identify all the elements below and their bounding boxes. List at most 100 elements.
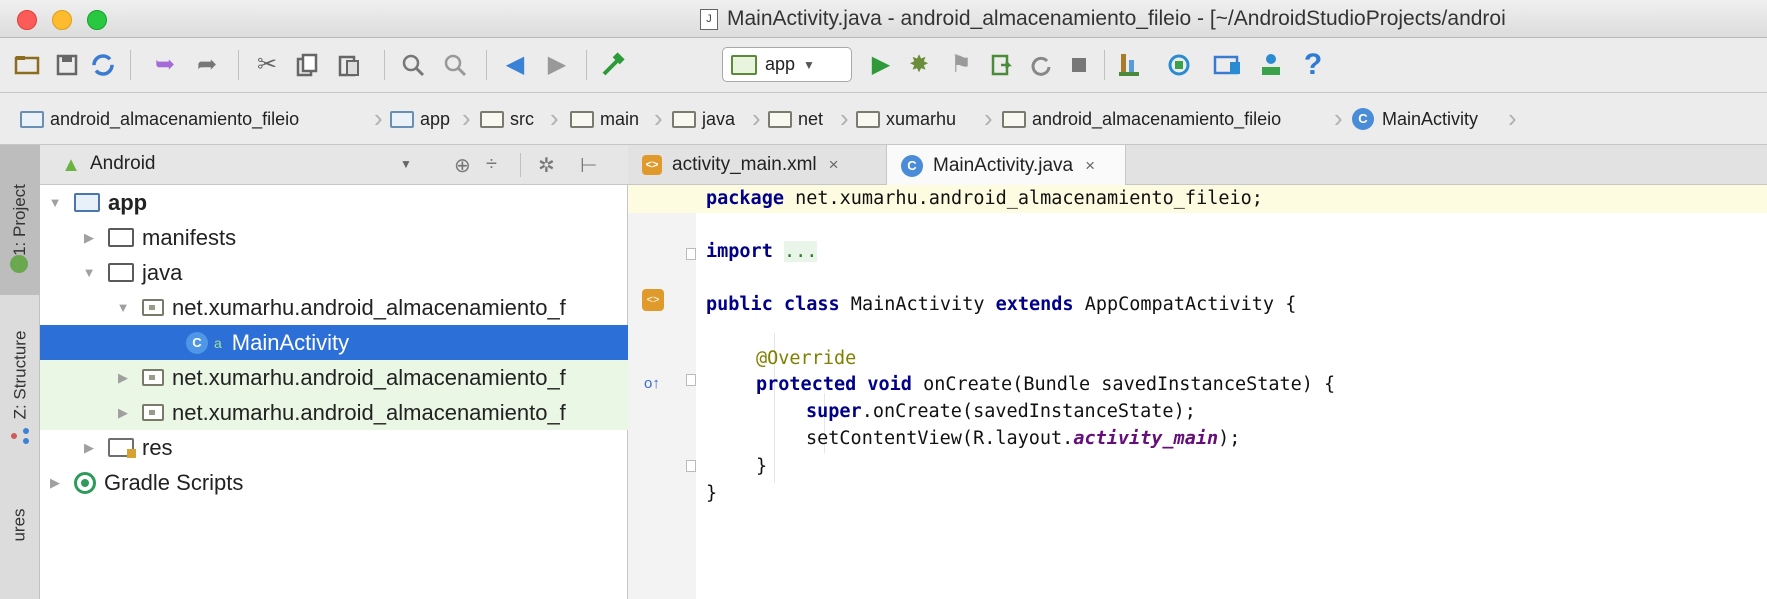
- code-area[interactable]: package net.xumarhu.android_almacenamien…: [628, 185, 1767, 599]
- package-icon: [142, 299, 164, 316]
- zoom-window-button[interactable]: [87, 10, 107, 30]
- breadcrumb-net[interactable]: net: [768, 103, 823, 135]
- tab-mainactivity-java[interactable]: C MainActivity.java ×: [886, 145, 1126, 186]
- expand-arrow-icon[interactable]: ▼: [114, 300, 132, 315]
- tree-item-res[interactable]: ▶ res: [40, 430, 628, 465]
- chevron-down-icon: ▼: [803, 57, 815, 72]
- structure-tool-tab[interactable]: Z: Structure: [0, 305, 40, 445]
- close-tab-icon[interactable]: ×: [1085, 156, 1095, 176]
- paste-icon[interactable]: [334, 50, 364, 80]
- run-icon[interactable]: ▶: [866, 50, 896, 80]
- folder-icon: [570, 110, 594, 128]
- breadcrumb-src[interactable]: src: [480, 103, 534, 135]
- collapse-arrow-icon[interactable]: ▶: [114, 405, 132, 421]
- collapse-arrow-icon[interactable]: ▶: [80, 230, 98, 246]
- code-line-close-class: }: [706, 483, 718, 504]
- project-tool-icon: [10, 255, 28, 273]
- minimize-window-button[interactable]: [52, 10, 72, 30]
- structure-tool-icon: [10, 427, 30, 445]
- help-icon[interactable]: ?: [1298, 50, 1328, 80]
- package-icon: [142, 404, 164, 421]
- code-line-close-method: }: [756, 456, 768, 477]
- breadcrumb-xumarhu[interactable]: xumarhu: [856, 103, 956, 135]
- fold-marker-icon[interactable]: [686, 460, 696, 472]
- gear-icon[interactable]: ✲: [538, 153, 555, 178]
- project-structure-icon[interactable]: [1256, 50, 1286, 80]
- android-icon: ▲: [61, 154, 81, 176]
- xml-file-icon: <>: [642, 155, 662, 175]
- tree-item-package-androidtest[interactable]: ▶ net.xumarhu.android_almacenamiento_f: [40, 395, 628, 430]
- tree-item-app[interactable]: ▼ app: [40, 185, 628, 220]
- make-project-icon[interactable]: [598, 50, 628, 80]
- breadcrumb-mainactivity[interactable]: C MainActivity: [1352, 103, 1478, 135]
- chevron-down-icon[interactable]: ▼: [400, 157, 412, 171]
- code-editor: <> activity_main.xml × C MainActivity.ja…: [628, 145, 1767, 599]
- package-icon: [1002, 110, 1026, 128]
- navigation-breadcrumb: android_almacenamiento_fileio › app › sr…: [0, 93, 1767, 145]
- expand-arrow-icon[interactable]: ▼: [80, 265, 98, 280]
- tree-item-package-test[interactable]: ▶ net.xumarhu.android_almacenamiento_f: [40, 360, 628, 395]
- layout-file-icon[interactable]: <>: [642, 289, 664, 311]
- profile-icon[interactable]: [1114, 50, 1144, 80]
- close-window-button[interactable]: [17, 10, 37, 30]
- project-panel-header: ▲ Android ▼ ⊕ ÷ ✲ ⊢: [40, 145, 628, 185]
- breadcrumb-main[interactable]: main: [570, 103, 639, 135]
- package-icon: [856, 110, 880, 128]
- collapse-arrow-icon[interactable]: ▶: [114, 370, 132, 386]
- back-icon[interactable]: ◀: [500, 50, 530, 80]
- replace-icon[interactable]: [440, 50, 470, 80]
- fold-marker-icon[interactable]: [686, 248, 696, 260]
- avd-manager-icon[interactable]: [1212, 50, 1242, 80]
- tree-item-manifests[interactable]: ▶ manifests: [40, 220, 628, 255]
- redo-icon[interactable]: ➦: [192, 50, 222, 80]
- package-icon: [768, 110, 792, 128]
- breadcrumb-package[interactable]: android_almacenamiento_fileio: [1002, 103, 1281, 135]
- expand-arrow-icon[interactable]: ▼: [46, 195, 64, 210]
- override-marker-icon[interactable]: o↑: [644, 375, 660, 392]
- copy-icon[interactable]: [292, 50, 322, 80]
- breadcrumb-project[interactable]: android_almacenamiento_fileio: [20, 103, 299, 135]
- editor-tab-bar: <> activity_main.xml × C MainActivity.ja…: [628, 145, 1767, 186]
- collapse-arrow-icon[interactable]: ▶: [80, 440, 98, 456]
- stop-icon[interactable]: [1064, 50, 1094, 80]
- sdk-manager-icon[interactable]: [1164, 50, 1194, 80]
- class-icon: C: [1352, 108, 1374, 130]
- tree-item-package-main[interactable]: ▼ net.xumarhu.android_almacenamiento_f: [40, 290, 628, 325]
- android-module-icon: [731, 54, 757, 75]
- fold-marker-icon[interactable]: [686, 374, 696, 386]
- collapse-arrow-icon[interactable]: ▶: [46, 475, 64, 491]
- tree-item-mainactivity[interactable]: C a MainActivity: [40, 325, 628, 360]
- collapse-all-icon[interactable]: ÷: [486, 153, 497, 176]
- run-config-dropdown[interactable]: app ▼: [722, 47, 852, 82]
- folder-icon: [108, 263, 134, 282]
- folder-icon: [672, 110, 696, 128]
- code-line-import: import ...: [706, 241, 818, 262]
- folder-icon: [480, 110, 504, 128]
- close-tab-icon[interactable]: ×: [829, 155, 839, 175]
- apply-changes-icon[interactable]: [986, 50, 1016, 80]
- attach-debugger-icon[interactable]: ⚑: [946, 50, 976, 80]
- forward-icon[interactable]: ▶: [542, 50, 572, 80]
- breadcrumb-java[interactable]: java: [672, 103, 735, 135]
- tab-activity-main-xml[interactable]: <> activity_main.xml ×: [628, 145, 886, 185]
- breadcrumb-app[interactable]: app: [390, 103, 450, 135]
- code-line-setcontentview: setContentView(R.layout.activity_main);: [806, 428, 1241, 449]
- save-icon[interactable]: [52, 50, 82, 80]
- debug-icon[interactable]: ✸: [904, 50, 934, 80]
- tree-item-java[interactable]: ▼ java: [40, 255, 628, 290]
- hide-panel-icon[interactable]: ⊢: [580, 153, 597, 178]
- cut-icon[interactable]: ✂: [252, 50, 282, 80]
- code-line-class: public class MainActivity extends AppCom…: [706, 294, 1297, 315]
- class-icon: C: [186, 331, 208, 354]
- captures-tool-tab[interactable]: ures: [0, 485, 40, 565]
- tree-item-gradle-scripts[interactable]: ▶ Gradle Scripts: [40, 465, 628, 500]
- window-title: MainActivity.java - android_almacenamien…: [727, 7, 1506, 30]
- run-config-label: app: [765, 54, 796, 74]
- project-view-selector[interactable]: Android: [90, 153, 156, 175]
- rerun-icon[interactable]: [1026, 50, 1056, 80]
- open-folder-icon[interactable]: [12, 50, 42, 80]
- find-icon[interactable]: [398, 50, 428, 80]
- undo-icon[interactable]: ➥: [150, 50, 180, 80]
- sync-icon[interactable]: [88, 50, 118, 80]
- scroll-from-source-icon[interactable]: ⊕: [454, 153, 471, 178]
